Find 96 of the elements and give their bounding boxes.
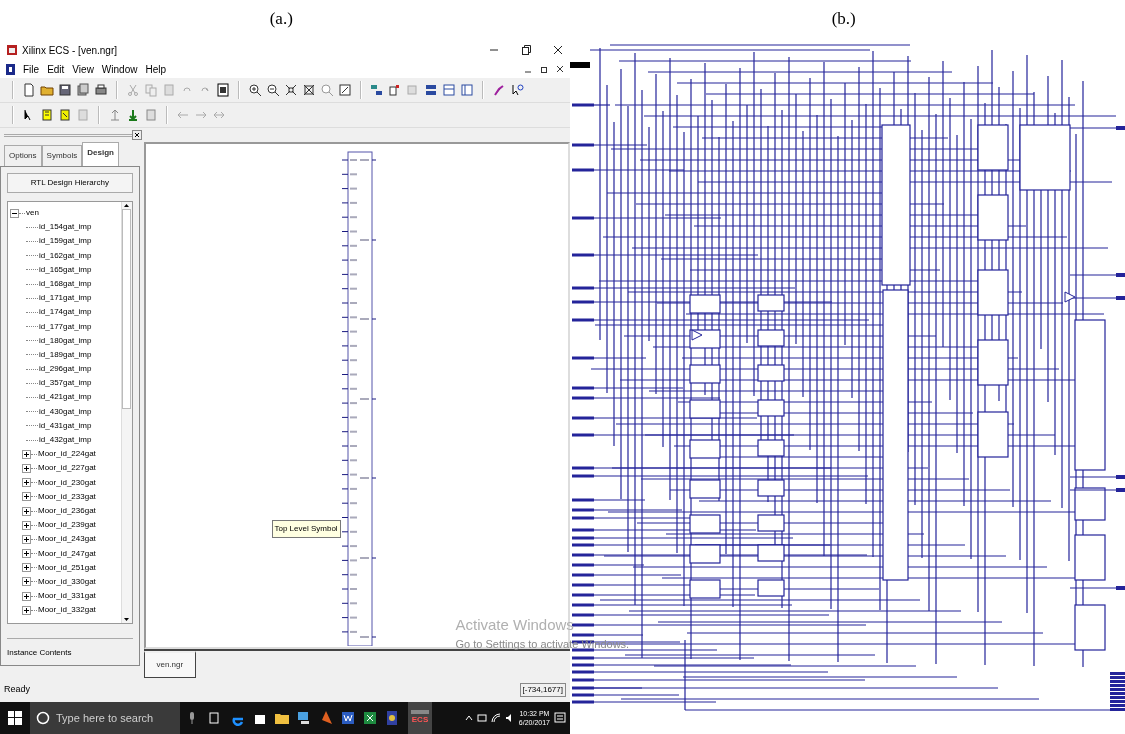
tree-item[interactable]: ven xyxy=(26,206,39,221)
zoom-fit-icon[interactable] xyxy=(302,83,316,97)
menu-item[interactable]: Help xyxy=(145,61,166,77)
tree-item[interactable]: Moor_id_236gat xyxy=(38,503,96,519)
panel-icon[interactable] xyxy=(460,83,474,97)
hierarchy-icon[interactable] xyxy=(370,83,384,97)
cursor-coordinates: [-734,1677] xyxy=(519,683,566,697)
close-icon[interactable] xyxy=(552,44,564,56)
expand-icon[interactable] xyxy=(22,549,31,559)
document-stack-icon[interactable] xyxy=(76,83,90,97)
expand-icon[interactable] xyxy=(22,506,31,516)
expand-icon[interactable] xyxy=(22,591,31,601)
windows-start-icon[interactable] xyxy=(8,711,22,725)
notification-icon[interactable] xyxy=(554,712,566,724)
tree-item[interactable]: Moor_id_233gat xyxy=(38,489,96,504)
tree-item[interactable]: id_431gat_imp xyxy=(39,418,92,433)
pin-icon[interactable] xyxy=(492,83,506,97)
tree-item[interactable]: Moor_id_224gat xyxy=(38,447,96,462)
document-tab[interactable]: ven.ngr xyxy=(143,651,197,678)
tooltip: Top Level Symbol xyxy=(271,520,341,538)
tree-item[interactable]: Moor_id_330gat xyxy=(38,574,96,590)
status-message: Ready xyxy=(4,683,30,697)
list-icon[interactable] xyxy=(442,83,456,97)
tree-item[interactable]: Moor_id_331gat xyxy=(38,589,96,604)
panel-header: RTL Design Hierarchy xyxy=(7,173,133,193)
zoom-in-icon[interactable] xyxy=(248,83,262,97)
activation-notice-title: Activate Windows xyxy=(455,615,574,635)
menu-item[interactable]: Edit xyxy=(47,61,65,77)
zoom-full-icon[interactable] xyxy=(284,83,298,97)
folder-icon[interactable] xyxy=(40,83,54,97)
tree-item[interactable]: id_430gat_imp xyxy=(39,404,92,419)
tree-item[interactable]: Moor_id_251gat xyxy=(38,560,96,575)
panel-tab[interactable]: Symbols xyxy=(41,145,83,166)
microphone-icon[interactable] xyxy=(188,711,196,725)
word-processor-icon[interactable] xyxy=(340,710,356,726)
zoom-box-icon[interactable] xyxy=(338,83,352,97)
document-icon xyxy=(6,63,15,75)
symbol-edit-icon[interactable] xyxy=(58,108,72,122)
panel-tab[interactable]: Options xyxy=(4,145,42,166)
menu-item[interactable]: View xyxy=(72,61,94,77)
tree-item[interactable]: Moor_id_247gat xyxy=(38,546,96,561)
restore-icon[interactable] xyxy=(520,44,532,56)
blocks-icon[interactable] xyxy=(424,83,438,97)
figure-caption: (b.) xyxy=(831,9,856,28)
expand-icon[interactable] xyxy=(22,463,31,473)
help-pointer-icon[interactable] xyxy=(510,83,524,97)
tree-item[interactable]: Moor_id_227gat xyxy=(38,461,96,476)
window-title: Xilinx ECS - [ven.ngr] xyxy=(22,43,118,58)
new-file-icon[interactable] xyxy=(22,83,36,97)
tree-item[interactable]: id_165gat_imp xyxy=(39,262,92,277)
expand-icon[interactable] xyxy=(22,449,31,459)
tree-item[interactable]: id_168gat_imp xyxy=(39,276,92,292)
tree-item[interactable]: id_174gat_imp xyxy=(39,305,92,320)
tree-item[interactable]: id_171gat_imp xyxy=(39,291,92,306)
expand-icon[interactable] xyxy=(22,492,31,502)
tree-item[interactable]: Moor_id_332gat xyxy=(38,603,96,618)
tree-item[interactable]: id_421gat_imp xyxy=(39,390,92,405)
menu-item[interactable]: File xyxy=(23,61,40,77)
chevron-up-icon[interactable] xyxy=(464,714,473,722)
tree-item[interactable]: id_357gat_imp xyxy=(39,376,92,391)
zoom-out-icon[interactable] xyxy=(266,83,280,97)
tree-item[interactable]: id_159gat_imp xyxy=(39,234,92,249)
wifi-icon[interactable] xyxy=(490,713,501,723)
menu-item[interactable]: Window xyxy=(101,61,138,77)
panel-tab[interactable]: Design xyxy=(82,142,119,166)
down-arrow-icon[interactable] xyxy=(123,616,130,623)
spreadsheet-icon[interactable] xyxy=(362,710,378,726)
save-icon[interactable] xyxy=(58,83,72,97)
tree-item[interactable]: id_180gat_imp xyxy=(39,333,92,348)
expand-icon[interactable] xyxy=(22,520,31,530)
up-arrow-icon[interactable] xyxy=(123,202,130,209)
expand-icon[interactable] xyxy=(22,577,31,587)
scrollbar[interactable] xyxy=(120,202,132,623)
printer-icon[interactable] xyxy=(94,83,108,97)
expand-icon[interactable] xyxy=(22,605,31,615)
computer-icon[interactable] xyxy=(296,710,312,726)
tree-item[interactable]: id_432gat_imp xyxy=(39,433,92,448)
tree-item[interactable]: id_177gat_imp xyxy=(39,319,92,334)
app-icon xyxy=(6,44,18,56)
close-icon[interactable] xyxy=(132,130,142,140)
collapse-icon[interactable] xyxy=(10,208,19,218)
search-field[interactable]: Type here to search xyxy=(30,702,180,734)
tree-item[interactable]: Moor_id_243gat xyxy=(38,532,96,547)
tree-item[interactable]: id_296gat_imp xyxy=(39,362,92,377)
tree-item[interactable]: id_154gat_imp xyxy=(39,220,92,235)
section-label: Instance Contents xyxy=(7,648,72,657)
tree-item[interactable]: Moor_id_230gat xyxy=(38,475,96,490)
tree-item[interactable]: Moor_id_239gat xyxy=(38,518,96,533)
tree-item[interactable]: id_189gat_imp xyxy=(39,347,92,363)
expand-icon[interactable] xyxy=(22,478,31,488)
expand-icon[interactable] xyxy=(22,563,31,573)
close-icon[interactable] xyxy=(556,65,564,73)
expand-icon[interactable] xyxy=(22,534,31,544)
tree-item[interactable]: id_162gat_imp xyxy=(39,248,92,263)
figure-caption: (a.) xyxy=(269,9,293,28)
restore-icon[interactable] xyxy=(540,65,548,73)
